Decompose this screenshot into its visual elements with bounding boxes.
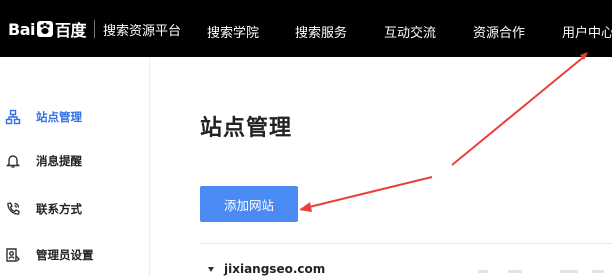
- baidu-paw-icon: [36, 20, 54, 38]
- sidebar-item-label: 联系方式: [36, 202, 82, 216]
- page-title: 站点管理: [200, 116, 293, 141]
- caret-down-icon[interactable]: [208, 266, 214, 272]
- sidebar-item-notifications[interactable]: 消息提醒: [0, 146, 150, 176]
- nav-item-resource-cooperation[interactable]: 资源合作: [473, 22, 525, 41]
- admin-icon: [5, 247, 21, 263]
- cut-off-text: [592, 270, 604, 273]
- logo-divider: [94, 20, 95, 38]
- nav-item-user-center[interactable]: 用户中心: [562, 22, 612, 41]
- nav-item-search-service[interactable]: 搜索服务: [295, 22, 347, 41]
- annotation-arrow-to-user-center: [451, 54, 587, 166]
- top-navigation-bar: Bai 百度 搜索资源平台 搜索学院 搜索服务 互动交流 资源合作 用户中心: [0, 0, 612, 57]
- nav-item-search-academy[interactable]: 搜索学院: [207, 22, 259, 41]
- nav-item-interaction[interactable]: 互动交流: [384, 22, 436, 41]
- add-site-button[interactable]: 添加网站: [200, 186, 298, 222]
- cut-off-text: [478, 270, 488, 273]
- site-list-item[interactable]: jixiangseo.com: [208, 262, 325, 276]
- logo-text-right: 百度: [54, 21, 87, 40]
- site-domain: jixiangseo.com: [224, 262, 326, 276]
- sidebar-item-site-management[interactable]: 站点管理: [0, 102, 150, 132]
- phone-icon: [5, 201, 21, 217]
- sidebar: 站点管理 消息提醒 联系方式 管理员设置: [0, 57, 150, 277]
- arrowhead-icon: [299, 202, 312, 212]
- annotation-arrow-to-add-button: [300, 176, 433, 210]
- bell-icon: [5, 153, 21, 169]
- cut-off-text: [508, 270, 522, 273]
- sidebar-item-contact[interactable]: 联系方式: [0, 194, 150, 224]
- cut-off-text: [560, 270, 578, 273]
- sidebar-item-label: 管理员设置: [36, 248, 94, 262]
- baidu-logo[interactable]: Bai 百度 搜索资源平台: [8, 17, 181, 41]
- logo-text-left: Bai: [8, 19, 35, 39]
- content-divider: [200, 243, 612, 244]
- sitemap-icon: [5, 109, 21, 125]
- sidebar-item-admin-settings[interactable]: 管理员设置: [0, 240, 150, 270]
- sidebar-item-label: 消息提醒: [36, 154, 82, 168]
- platform-name: 搜索资源平台: [103, 23, 182, 39]
- sidebar-item-label: 站点管理: [36, 110, 82, 124]
